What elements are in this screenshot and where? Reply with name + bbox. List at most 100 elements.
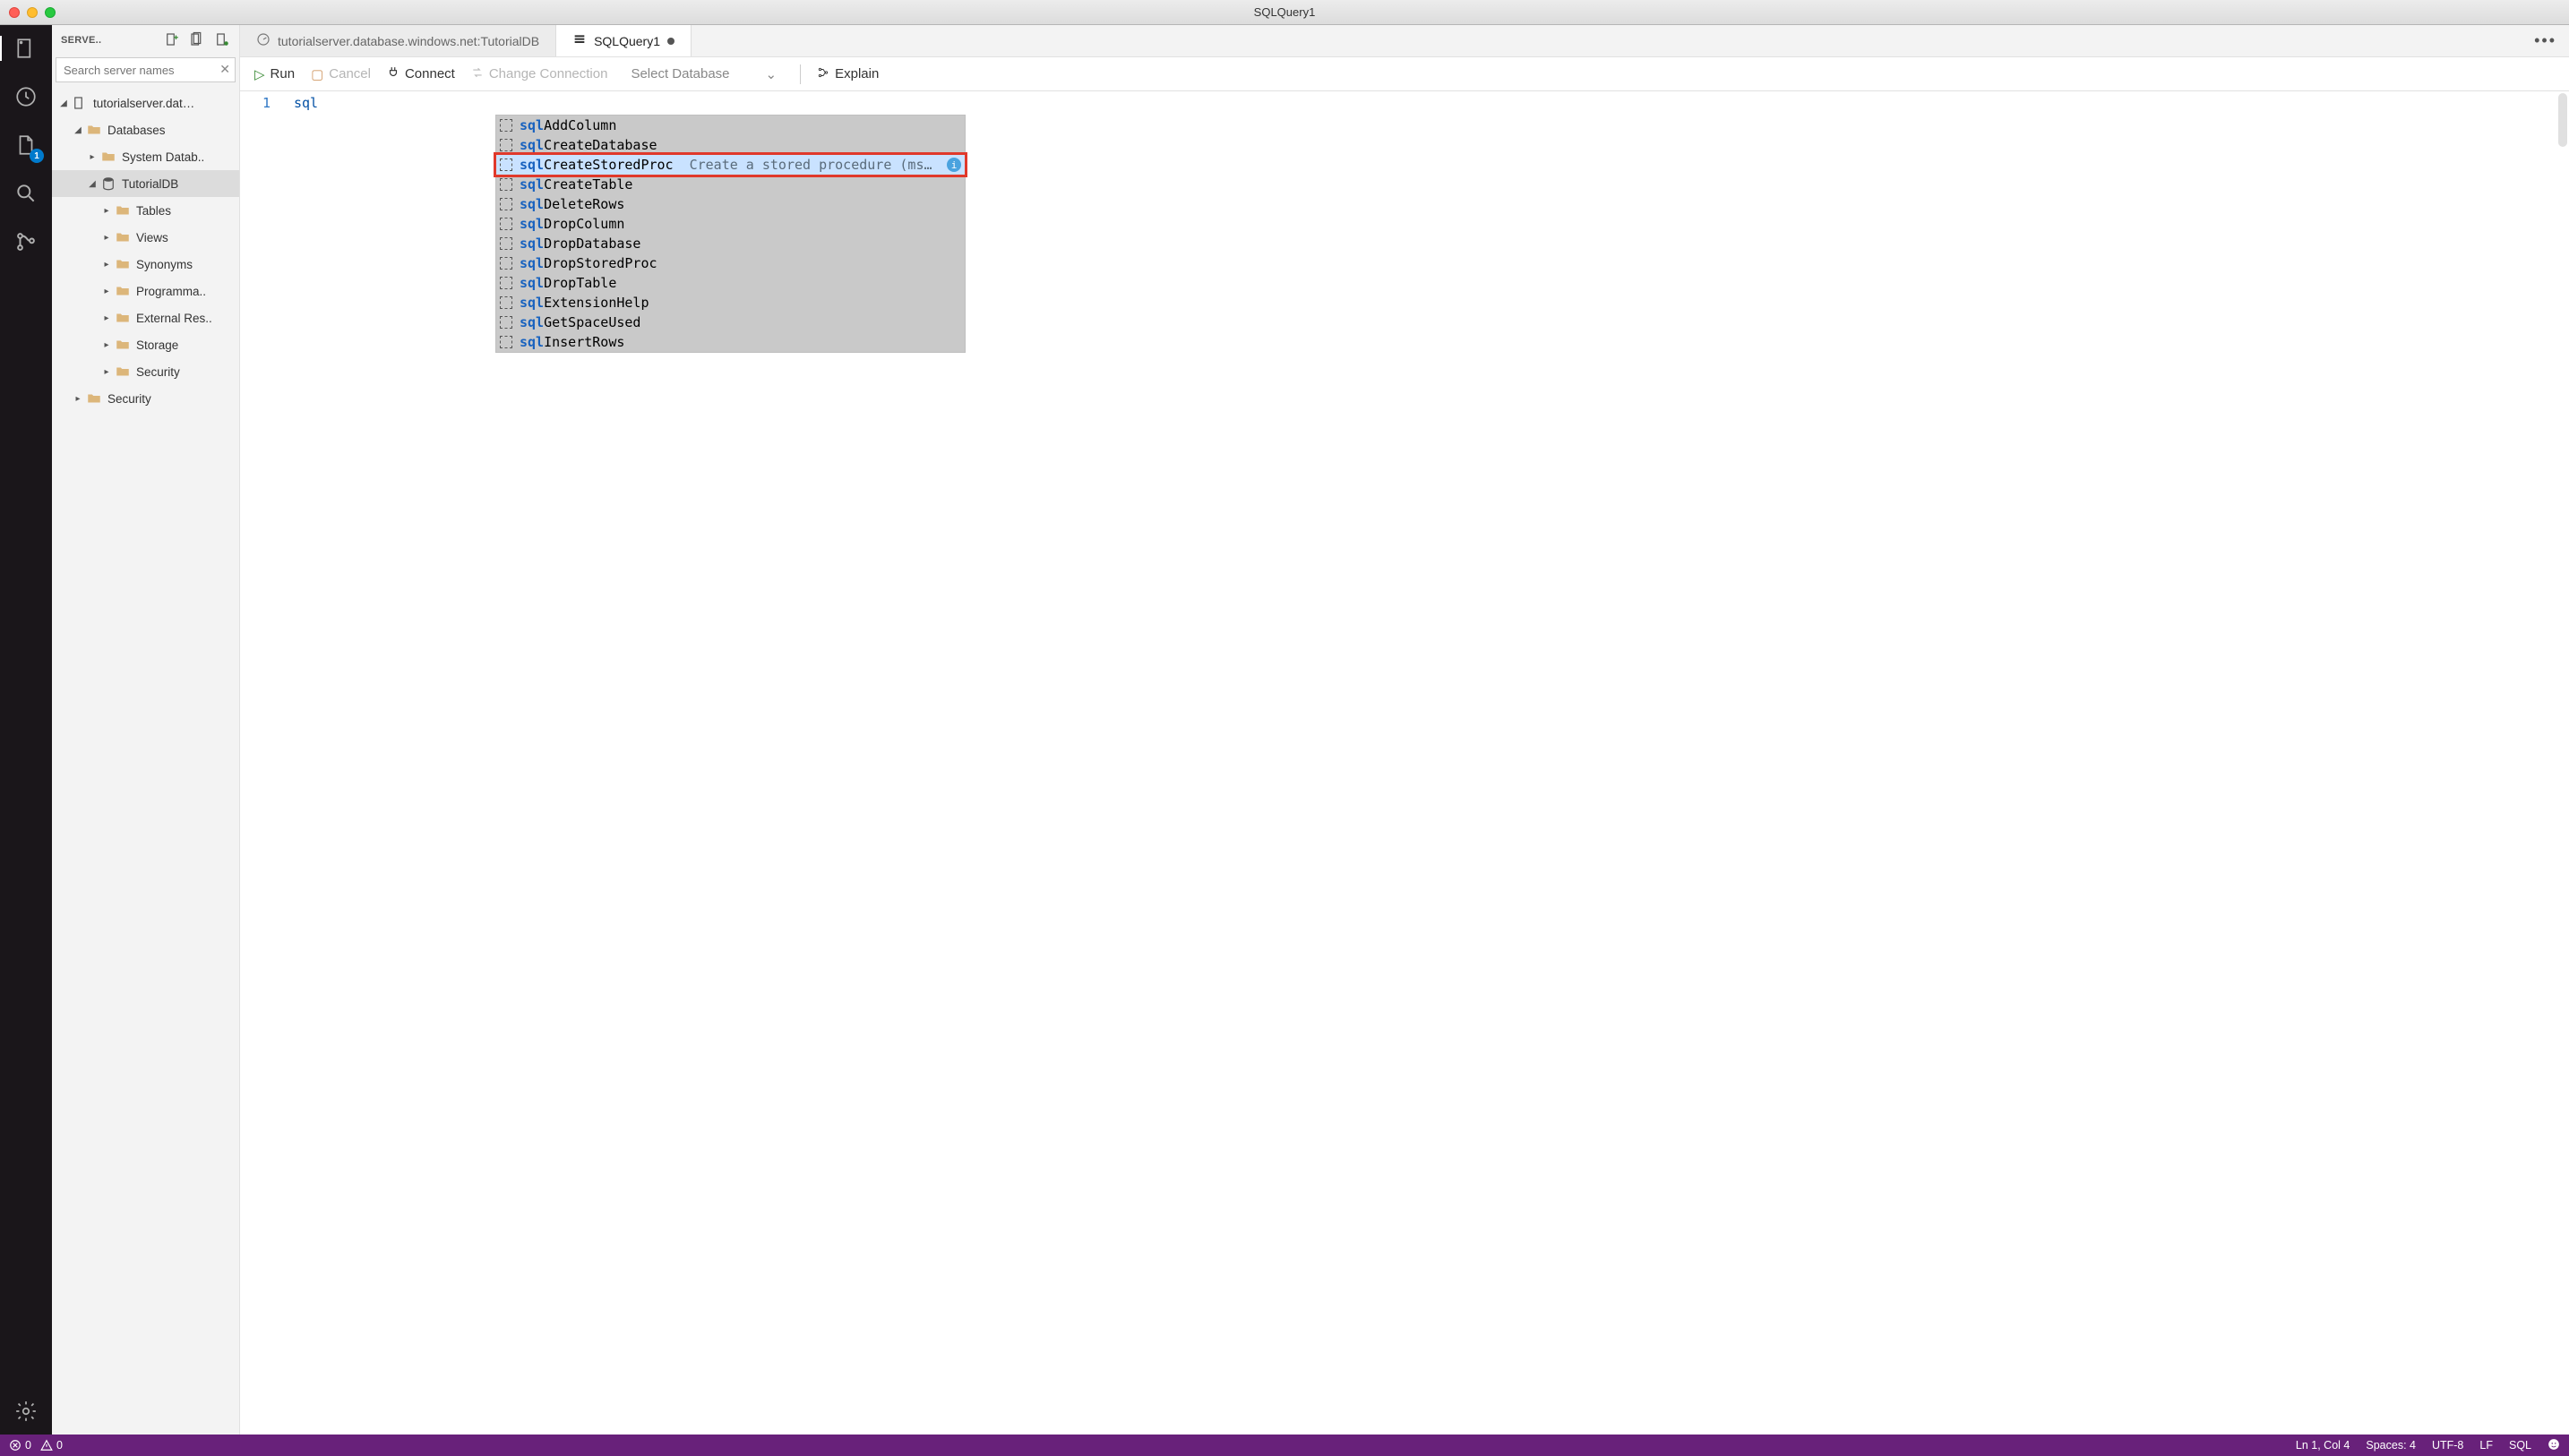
suggestion-item[interactable]: sqlDropTable bbox=[496, 273, 965, 293]
suggestion-item[interactable]: sqlCreateDatabase bbox=[496, 135, 965, 155]
task-history-activity-icon[interactable] bbox=[12, 82, 40, 111]
cursor-position[interactable]: Ln 1, Col 4 bbox=[2296, 1439, 2350, 1452]
server-action-icon[interactable] bbox=[214, 31, 230, 50]
tab-overflow-button[interactable]: ••• bbox=[2522, 25, 2569, 56]
suggestion-item[interactable]: sqlCreateTable bbox=[496, 175, 965, 194]
snippet-icon bbox=[500, 139, 512, 151]
tab-sqlquery[interactable]: SQLQuery1 bbox=[556, 25, 692, 56]
snippet-icon bbox=[500, 237, 512, 250]
encoding-status[interactable]: UTF-8 bbox=[2432, 1439, 2463, 1452]
code-editor[interactable]: 1 sql sqlAddColumn sqlCreateDatabase sqlCr… bbox=[240, 91, 2569, 1435]
suggestion-item[interactable]: sqlDropDatabase bbox=[496, 234, 965, 253]
play-icon: ▷ bbox=[254, 66, 265, 82]
cancel-button: ▢ Cancel bbox=[311, 66, 371, 82]
server-tree: ◢ tutorialserver.dat… ◢ Databases ▸ Syst… bbox=[52, 88, 239, 1435]
servers-activity-icon[interactable] bbox=[12, 34, 40, 63]
new-connection-icon[interactable] bbox=[164, 31, 180, 50]
indentation-status[interactable]: Spaces: 4 bbox=[2366, 1439, 2416, 1452]
source-control-activity-icon[interactable] bbox=[12, 227, 40, 256]
explorer-badge: 1 bbox=[30, 149, 44, 163]
suggestion-item[interactable]: sqlCreateStoredProcCreate a stored proce… bbox=[496, 155, 965, 175]
synonyms-node[interactable]: ▸ Synonyms bbox=[52, 251, 239, 278]
settings-gear-icon[interactable] bbox=[12, 1397, 40, 1426]
explorer-activity-icon[interactable]: 1 bbox=[12, 131, 40, 159]
feedback-icon[interactable] bbox=[2548, 1438, 2560, 1453]
suggestion-label: sqlExtensionHelp bbox=[520, 295, 649, 311]
suggestion-label: sqlCreateDatabase bbox=[520, 137, 657, 153]
line-number: 1 bbox=[240, 95, 271, 111]
code-content[interactable]: sql bbox=[240, 91, 2569, 111]
suggestion-item[interactable]: sqlDropStoredProc bbox=[496, 253, 965, 273]
connect-button[interactable]: Connect bbox=[387, 66, 455, 82]
minimize-window-button[interactable] bbox=[27, 7, 38, 18]
snippet-icon bbox=[500, 158, 512, 171]
stop-icon: ▢ bbox=[311, 66, 323, 82]
toolbar-separator bbox=[800, 64, 801, 84]
tab-dashboard[interactable]: tutorialserver.database.windows.net:Tuto… bbox=[240, 25, 556, 56]
database-selector[interactable]: Select Database ⌄ bbox=[623, 66, 784, 82]
query-toolbar: ▷ Run ▢ Cancel Connect Change Connection… bbox=[240, 57, 2569, 91]
system-databases-node[interactable]: ▸ System Datab.. bbox=[52, 143, 239, 170]
typed-text: sql bbox=[294, 95, 318, 111]
connect-label: Connect bbox=[405, 66, 455, 81]
editor-scrollbar[interactable] bbox=[2558, 93, 2567, 147]
suggestion-item[interactable]: sqlExtensionHelp bbox=[496, 293, 965, 313]
suggestion-item[interactable]: sqlGetSpaceUsed bbox=[496, 313, 965, 332]
clear-search-icon[interactable]: ✕ bbox=[219, 62, 230, 77]
language-mode[interactable]: SQL bbox=[2509, 1439, 2531, 1452]
warnings-count: 0 bbox=[56, 1439, 63, 1452]
databases-node[interactable]: ◢ Databases bbox=[52, 116, 239, 143]
suggestion-item[interactable]: sqlInsertRows bbox=[496, 332, 965, 352]
warning-icon bbox=[40, 1439, 53, 1452]
run-button[interactable]: ▷ Run bbox=[254, 66, 295, 82]
views-label: Views bbox=[136, 231, 168, 244]
tables-node[interactable]: ▸ Tables bbox=[52, 197, 239, 224]
external-resources-node[interactable]: ▸ External Res.. bbox=[52, 304, 239, 331]
programmability-node[interactable]: ▸ Programma.. bbox=[52, 278, 239, 304]
chevron-down-icon: ◢ bbox=[72, 125, 84, 135]
snippet-icon bbox=[500, 257, 512, 270]
intellisense-popup: sqlAddColumn sqlCreateDatabase sqlCreateSt… bbox=[495, 115, 966, 353]
server-search: ✕ bbox=[56, 57, 236, 82]
server-node[interactable]: ◢ tutorialserver.dat… bbox=[52, 90, 239, 116]
activity-bar: 1 bbox=[0, 25, 52, 1435]
close-window-button[interactable] bbox=[9, 7, 20, 18]
views-node[interactable]: ▸ Views bbox=[52, 224, 239, 251]
chevron-right-icon: ▸ bbox=[72, 394, 84, 404]
server-search-input[interactable] bbox=[56, 57, 236, 82]
folder-icon bbox=[115, 202, 131, 218]
snippet-icon bbox=[500, 336, 512, 348]
server-icon bbox=[72, 95, 88, 111]
new-group-icon[interactable] bbox=[189, 31, 205, 50]
suggestion-item[interactable]: sqlAddColumn bbox=[496, 116, 965, 135]
tutorialdb-node[interactable]: ◢ TutorialDB bbox=[52, 170, 239, 197]
tables-label: Tables bbox=[136, 204, 171, 218]
snippet-icon bbox=[500, 178, 512, 191]
editor-area: tutorialserver.database.windows.net:Tuto… bbox=[240, 25, 2569, 1435]
chevron-down-icon: ◢ bbox=[57, 98, 70, 108]
chevron-right-icon: ▸ bbox=[100, 233, 113, 243]
sidebar-header: SERVE.. bbox=[52, 25, 239, 56]
databases-label: Databases bbox=[107, 124, 166, 137]
storage-node[interactable]: ▸ Storage bbox=[52, 331, 239, 358]
info-icon[interactable]: i bbox=[947, 158, 961, 172]
change-connection-label: Change Connection bbox=[489, 66, 608, 81]
run-label: Run bbox=[271, 66, 296, 81]
suggestion-item[interactable]: sqlDropColumn bbox=[496, 214, 965, 234]
server-security-node[interactable]: ▸ Security bbox=[52, 385, 239, 412]
suggestion-item[interactable]: sqlDeleteRows bbox=[496, 194, 965, 214]
zoom-window-button[interactable] bbox=[45, 7, 56, 18]
db-security-label: Security bbox=[136, 365, 180, 379]
chevron-right-icon: ▸ bbox=[100, 260, 113, 270]
db-security-node[interactable]: ▸ Security bbox=[52, 358, 239, 385]
suggestion-label: sqlCreateTable bbox=[520, 176, 632, 193]
warnings-status[interactable]: 0 bbox=[40, 1439, 63, 1452]
errors-status[interactable]: 0 bbox=[9, 1439, 31, 1452]
search-activity-icon[interactable] bbox=[12, 179, 40, 208]
server-label: tutorialserver.dat… bbox=[93, 97, 194, 110]
eol-status[interactable]: LF bbox=[2479, 1439, 2493, 1452]
snippet-icon bbox=[500, 119, 512, 132]
suggestion-label: sqlInsertRows bbox=[520, 334, 624, 350]
explain-label: Explain bbox=[835, 66, 879, 81]
explain-button[interactable]: Explain bbox=[817, 66, 879, 82]
